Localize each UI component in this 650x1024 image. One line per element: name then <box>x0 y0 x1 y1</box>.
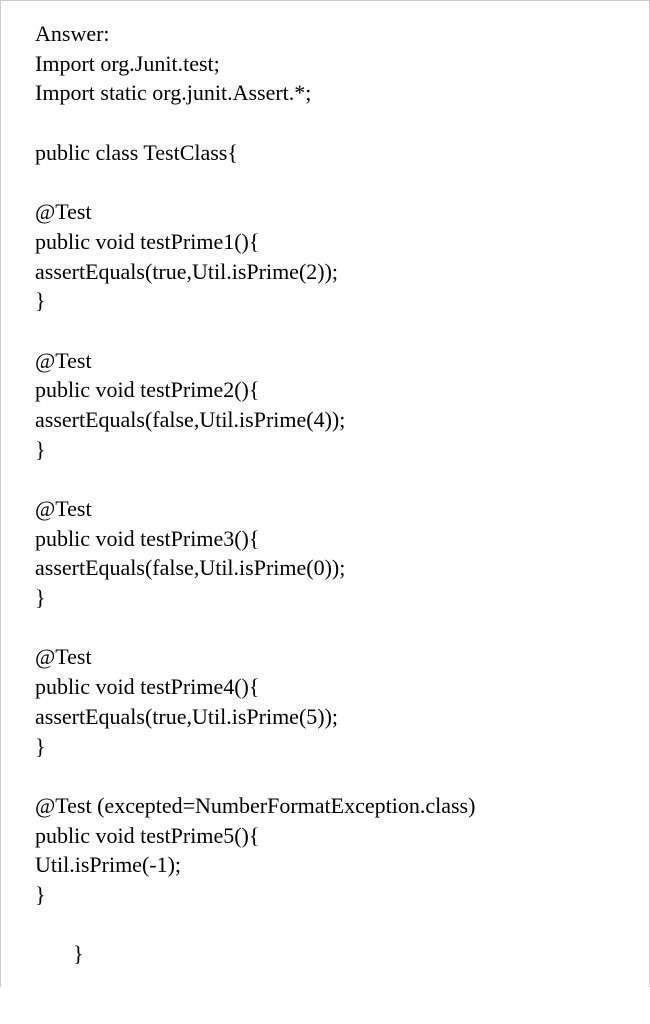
blank-line <box>35 761 649 791</box>
blank-line <box>35 910 649 940</box>
method-declaration: public void testPrime2(){ <box>35 375 649 405</box>
blank-line <box>35 464 649 494</box>
method-declaration: public void testPrime4(){ <box>35 672 649 702</box>
annotation: @Test <box>35 494 649 524</box>
method-declaration: public void testPrime3(){ <box>35 524 649 554</box>
close-brace: } <box>35 939 649 969</box>
blank-line <box>35 167 649 197</box>
close-brace: } <box>35 435 649 465</box>
method-declaration: public void testPrime5(){ <box>35 821 649 851</box>
assert-call: assertEquals(false,Util.isPrime(0)); <box>35 553 649 583</box>
blank-line <box>35 316 649 346</box>
import-line: Import org.Junit.test; <box>35 49 649 79</box>
annotation: @Test <box>35 346 649 376</box>
assert-call: assertEquals(false,Util.isPrime(4)); <box>35 405 649 435</box>
method-call: Util.isPrime(-1); <box>35 850 649 880</box>
close-brace: } <box>35 286 649 316</box>
assert-call: assertEquals(true,Util.isPrime(2)); <box>35 257 649 287</box>
blank-line <box>35 613 649 643</box>
blank-line <box>35 108 649 138</box>
close-brace: } <box>35 732 649 762</box>
annotation: @Test (excepted=NumberFormatException.cl… <box>35 791 649 821</box>
close-brace: } <box>35 880 649 910</box>
assert-call: assertEquals(true,Util.isPrime(5)); <box>35 702 649 732</box>
class-declaration: public class TestClass{ <box>35 138 649 168</box>
close-brace: } <box>35 583 649 613</box>
answer-label: Answer: <box>35 19 649 49</box>
import-line: Import static org.junit.Assert.*; <box>35 78 649 108</box>
method-declaration: public void testPrime1(){ <box>35 227 649 257</box>
code-block: Answer: Import org.Junit.test; Import st… <box>0 0 650 987</box>
annotation: @Test <box>35 197 649 227</box>
annotation: @Test <box>35 642 649 672</box>
